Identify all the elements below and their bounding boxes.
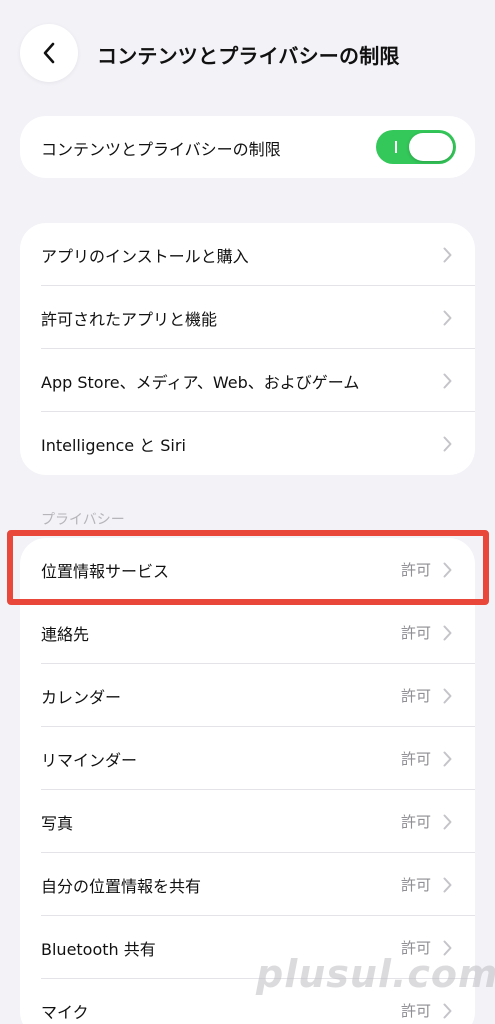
list-item-value: 許可 [400,1002,431,1020]
list-item-label: App Store、メディア、Web、およびゲーム [41,372,360,392]
list-item-label: 自分の位置情報を共有 [41,876,202,896]
list-item-value: 許可 [400,561,431,579]
list-item-label: 位置情報サービス [41,561,170,581]
chevron-left-icon [43,42,55,64]
toggle-on-mark [395,141,397,153]
navigation-bar: コンテンツとプライバシーの制限 [0,0,495,110]
list-item-label: 連絡先 [41,624,90,644]
chevron-right-icon [443,876,455,894]
master-toggle-card: コンテンツとプライバシーの制限 [20,116,475,178]
list-item-label: カレンダー [41,687,122,707]
list-item[interactable]: 写真 許可 [20,790,475,853]
list-item-value: 許可 [400,750,431,768]
list-item-label: リマインダー [41,750,138,770]
chevron-right-icon [443,435,455,453]
list-item-label: アプリのインストールと購入 [41,246,249,266]
list-item[interactable]: Intelligence と Siri [20,412,475,475]
list-item[interactable]: アプリのインストールと購入 [20,223,475,286]
page-title: コンテンツとプライバシーの制限 [97,44,400,68]
privacy-section-header: プライバシー [41,512,125,528]
list-item[interactable]: 連絡先 許可 [20,601,475,664]
chevron-right-icon [443,246,455,264]
list-item-label: マイク [41,1002,89,1022]
chevron-right-icon [443,1002,455,1020]
chevron-right-icon [443,813,455,831]
list-item-value: 許可 [400,876,431,894]
list-item-value: 許可 [400,687,431,705]
chevron-right-icon [443,309,455,327]
restrictions-toggle[interactable] [376,130,456,164]
list-item[interactable]: カレンダー 許可 [20,664,475,727]
toggle-knob [409,133,453,161]
list-item-value: 許可 [400,813,431,831]
chevron-right-icon [443,750,455,768]
list-item-value: 許可 [400,624,431,642]
back-button[interactable] [20,24,78,82]
list-item[interactable]: App Store、メディア、Web、およびゲーム [20,349,475,412]
chevron-right-icon [443,561,455,579]
restrictions-menu-card: アプリのインストールと購入 許可されたアプリと機能 App Store、メディア… [20,223,475,475]
list-item[interactable]: リマインダー 許可 [20,727,475,790]
chevron-right-icon [443,687,455,705]
watermark: plusul.com [256,952,495,996]
list-item-label: 写真 [41,813,74,833]
list-item-label: 許可されたアプリと機能 [41,309,218,329]
chevron-right-icon [443,372,455,390]
chevron-right-icon [443,624,455,642]
list-item[interactable]: 位置情報サービス 許可 [20,538,475,601]
list-item[interactable]: 自分の位置情報を共有 許可 [20,853,475,916]
list-item-label: Intelligence と Siri [41,435,186,455]
list-item[interactable]: 許可されたアプリと機能 [20,286,475,349]
